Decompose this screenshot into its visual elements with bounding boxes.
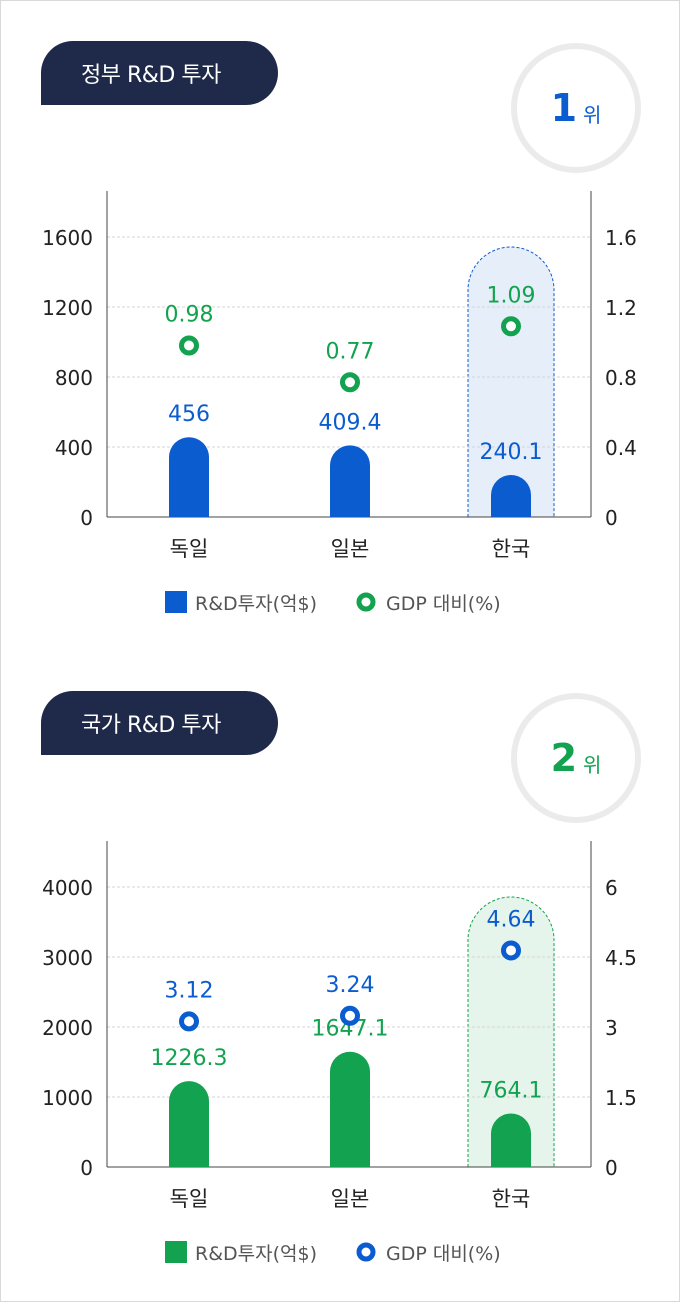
x-category-label: 독일	[170, 1187, 209, 1211]
y-left-tick-label: 400	[55, 436, 93, 460]
gdp-ratio-point	[501, 940, 521, 961]
gdp-ratio-label: 1.09	[487, 283, 536, 308]
y-right-tick-label: 0.4	[605, 436, 637, 460]
legend-dot-label: GDP 대비(%)	[386, 593, 501, 615]
gdp-ratio-point	[179, 1011, 199, 1032]
x-category-label: 독일	[170, 537, 209, 561]
x-category-label: 한국	[492, 1187, 531, 1211]
legend-dot-swatch	[356, 592, 376, 612]
gdp-ratio-point	[179, 335, 199, 356]
legend-dot-label: GDP 대비(%)	[386, 1243, 501, 1265]
bar-value-label: 409.4	[319, 410, 382, 435]
gdp-ratio-point	[340, 1005, 360, 1026]
y-left-tick-label: 0	[80, 506, 93, 530]
y-left-tick-label: 1600	[42, 226, 93, 250]
gov-rnd-chart: 0 400 800 1200 1600 0 0.4 0.8 1.2 1.6 독일 일본 한국 456 409…	[42, 191, 637, 615]
y-left-tick-label: 4000	[42, 876, 93, 900]
legend-bar-swatch	[165, 1241, 187, 1263]
national-rnd-chart: 0100020003000400001.534.56독일 일본 한국1226.316…	[42, 841, 637, 1265]
bar-value-label: 1226.3	[151, 1046, 228, 1071]
gdp-ratio-label: 0.98	[165, 303, 214, 328]
y-right-tick-label: 1.6	[605, 226, 637, 250]
bar	[169, 437, 209, 517]
y-left-tick-label: 1200	[42, 296, 93, 320]
y-right-tick-label: 1.2	[605, 296, 637, 320]
legend-bar-label: R&D투자(억$)	[195, 593, 317, 615]
y-left-tick-label: 2000	[42, 1016, 93, 1040]
x-category-label: 일본	[331, 537, 370, 561]
bar	[491, 474, 531, 517]
gdp-ratio-point	[340, 372, 360, 393]
legend-dot-swatch	[356, 1242, 376, 1262]
legend-bar-swatch	[165, 591, 187, 613]
bar	[330, 1051, 370, 1167]
x-category-label: 일본	[331, 1187, 370, 1211]
y-right-tick-label: 3	[605, 1016, 618, 1040]
y-left-tick-label: 1000	[42, 1086, 93, 1110]
gdp-ratio-point	[501, 316, 521, 337]
bar	[491, 1113, 531, 1167]
gdp-ratio-label: 0.77	[326, 339, 375, 364]
bar-value-label: 456	[168, 402, 210, 427]
bar	[330, 445, 370, 517]
y-left-tick-label: 0	[80, 1156, 93, 1180]
x-category-label: 한국	[492, 537, 531, 561]
y-right-tick-label: 6	[605, 876, 618, 900]
gdp-ratio-label: 3.12	[165, 978, 214, 1003]
y-right-tick-label: 0	[605, 1156, 618, 1180]
y-right-tick-label: 4.5	[605, 946, 637, 970]
national-rnd-panel: 국가 R&D 투자 2 위 0 1000 2000 3000 4000 0 1.5 3 4.5 6…	[1, 651, 679, 1301]
y-right-tick-label: 0	[605, 506, 618, 530]
gdp-ratio-label: 3.24	[326, 973, 375, 998]
gov-rnd-panel: 정부 R&D 투자 1 위 0 400 800 1200 1600 0 0.4 0.8 1.2 1…	[1, 1, 679, 651]
page: 정부 R&D 투자 1 위 0 400 800 1200 1600 0 0.4 0.8 1.2 1…	[0, 0, 680, 1302]
y-left-tick-label: 3000	[42, 946, 93, 970]
y-left-tick-label: 800	[55, 366, 93, 390]
legend-bar-label: R&D투자(억$)	[195, 1243, 317, 1265]
y-right-tick-label: 1.5	[605, 1086, 637, 1110]
bar	[169, 1081, 209, 1167]
gdp-ratio-label: 4.64	[487, 907, 536, 932]
y-right-tick-label: 0.8	[605, 366, 637, 390]
bar-value-label: 764.1	[480, 1079, 543, 1104]
bar-value-label: 240.1	[480, 440, 543, 465]
